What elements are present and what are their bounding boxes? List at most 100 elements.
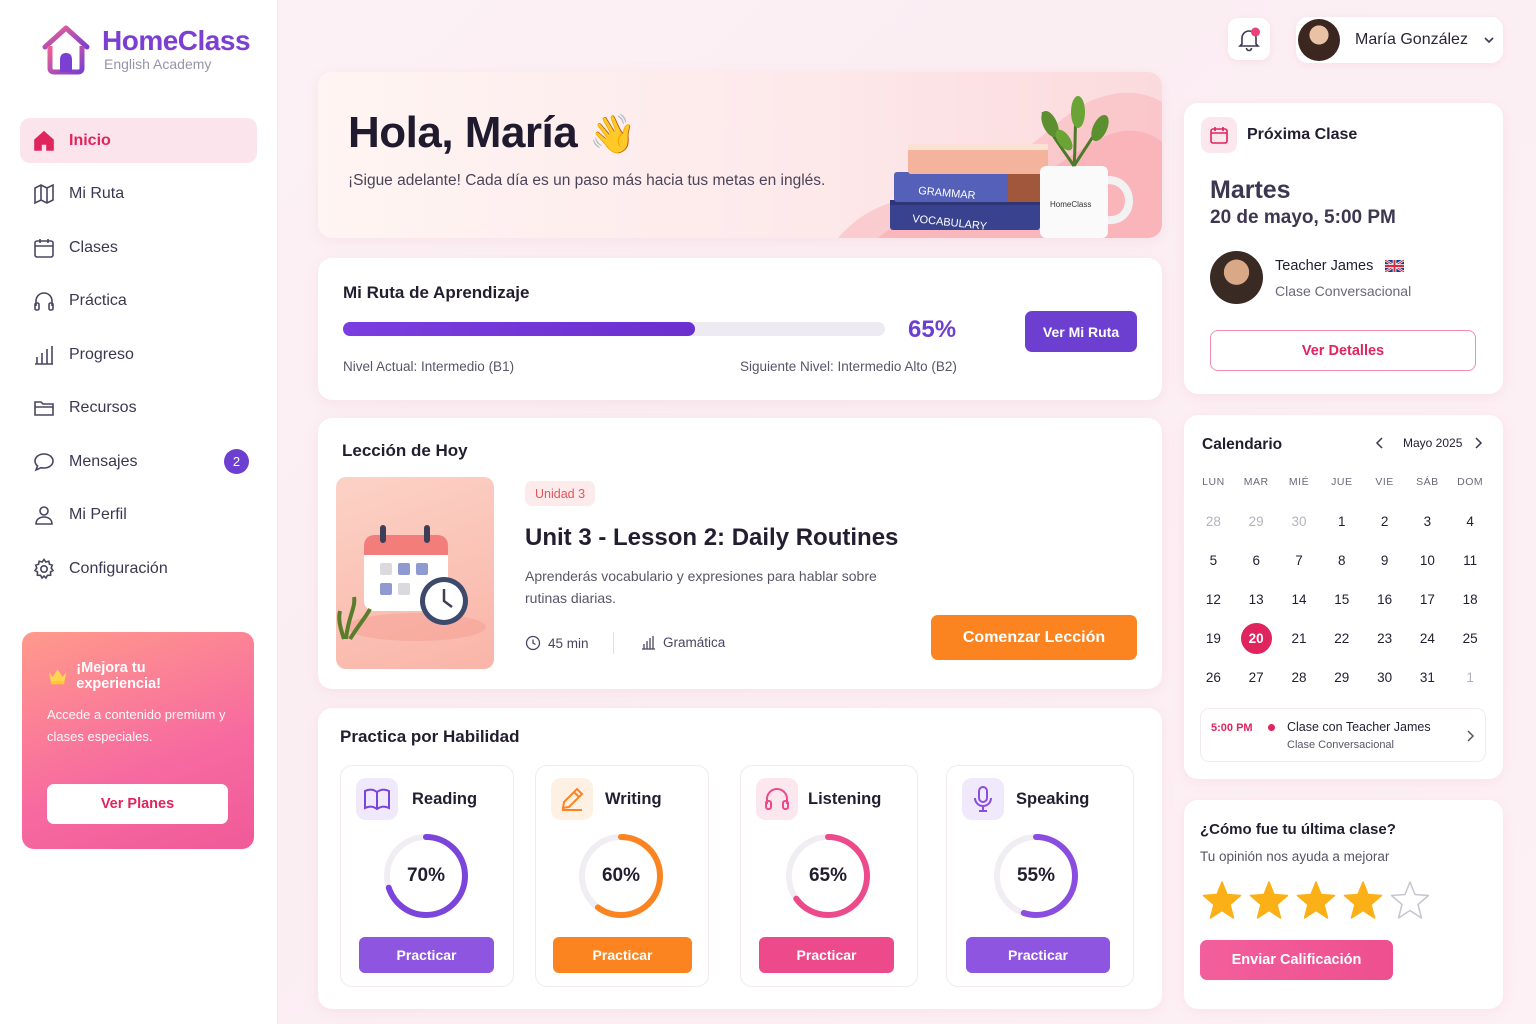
calendar-day[interactable]: 19 bbox=[1192, 631, 1235, 646]
calendar-day[interactable]: 8 bbox=[1320, 553, 1363, 568]
sidebar-item-recursos[interactable]: Recursos bbox=[20, 386, 257, 431]
promo-title-text: ¡Mejora tu experiencia! bbox=[76, 660, 161, 692]
calendar-day[interactable]: 4 bbox=[1449, 514, 1492, 529]
sidebar-item-practica[interactable]: Práctica bbox=[20, 279, 257, 324]
headphones-icon bbox=[765, 788, 789, 810]
brand-title: HomeClass bbox=[102, 25, 251, 56]
calendar-week: 26 27 28 29 30 31 1 bbox=[1192, 658, 1492, 697]
practice-writing-button[interactable]: Practicar bbox=[553, 937, 692, 973]
calendar-title: Calendario bbox=[1202, 436, 1283, 453]
calendar-day[interactable]: 6 bbox=[1235, 553, 1278, 568]
skill-name: Listening bbox=[808, 790, 882, 808]
sidebar-item-inicio[interactable]: Inicio bbox=[20, 118, 257, 163]
sidebar-item-mi-perfil[interactable]: Mi Perfil bbox=[20, 493, 257, 538]
practice-listening-button[interactable]: Practicar bbox=[759, 937, 894, 973]
user-name: María González bbox=[1355, 31, 1468, 48]
calendar-day[interactable]: 2 bbox=[1363, 514, 1406, 529]
start-lesson-button[interactable]: Comenzar Lección bbox=[931, 615, 1137, 660]
folder-icon bbox=[34, 401, 54, 416]
next-class-card: Próxima Clase Martes 20 de mayo, 5:00 PM… bbox=[1184, 103, 1503, 394]
notifications-button[interactable] bbox=[1228, 18, 1270, 60]
sidebar-item-mi-ruta[interactable]: Mi Ruta bbox=[20, 172, 257, 217]
feedback-subtitle: Tu opinión nos ayuda a mejorar bbox=[1200, 849, 1390, 864]
brand-subtitle: English Academy bbox=[104, 56, 212, 72]
upgrade-promo-card: ¡Mejora tu experiencia! Accede a conteni… bbox=[22, 632, 254, 849]
sidebar-item-label: Configuración bbox=[69, 559, 168, 577]
event-title: Clase con Teacher James bbox=[1287, 720, 1431, 734]
chevron-right-icon bbox=[1467, 730, 1475, 742]
bar-chart-icon bbox=[642, 636, 655, 650]
teacher-name-text: Teacher James bbox=[1275, 258, 1374, 274]
todays-lesson-card: Lección de Hoy Unidad 3 Unit 3 - Lesson … bbox=[318, 418, 1162, 689]
skill-icon-box bbox=[356, 778, 398, 820]
calendar-event[interactable]: 5:00 PM Clase con Teacher James Clase Co… bbox=[1200, 708, 1486, 762]
practice-speaking-button[interactable]: Practicar bbox=[966, 937, 1110, 973]
next-class-day: Martes bbox=[1210, 176, 1291, 204]
calendar-day[interactable]: 1 bbox=[1320, 514, 1363, 529]
sidebar-item-mensajes[interactable]: Mensajes 2 bbox=[20, 439, 257, 484]
star-filled-icon[interactable] bbox=[1296, 880, 1336, 920]
calendar-day[interactable]: 25 bbox=[1449, 631, 1492, 646]
calendar-day[interactable]: 29 bbox=[1320, 670, 1363, 685]
calendar-day[interactable]: 28 bbox=[1192, 514, 1235, 529]
calendar-day[interactable]: 21 bbox=[1278, 631, 1321, 646]
calendar-day-today[interactable]: 20 bbox=[1235, 623, 1278, 654]
gear-icon bbox=[33, 557, 55, 579]
calendar-day[interactable]: 31 bbox=[1406, 670, 1449, 685]
star-filled-icon[interactable] bbox=[1249, 880, 1289, 920]
calendar-week: 12 13 14 15 16 17 18 bbox=[1192, 580, 1492, 619]
uk-flag-icon bbox=[1385, 260, 1405, 272]
calendar-day[interactable]: 16 bbox=[1363, 592, 1406, 607]
calendar-day[interactable]: 9 bbox=[1363, 553, 1406, 568]
calendar-day[interactable]: 17 bbox=[1406, 592, 1449, 607]
lesson-duration-text: 45 min bbox=[548, 635, 589, 651]
calendar-day[interactable]: 10 bbox=[1406, 553, 1449, 568]
brand-logo[interactable]: HomeClass English Academy bbox=[40, 22, 251, 76]
lesson-title: Unit 3 - Lesson 2: Daily Routines bbox=[525, 524, 899, 551]
calendar-day[interactable]: 12 bbox=[1192, 592, 1235, 607]
user-menu[interactable]: María González bbox=[1296, 17, 1503, 63]
view-details-button[interactable]: Ver Detalles bbox=[1210, 330, 1476, 371]
sidebar-item-progreso[interactable]: Progreso bbox=[20, 332, 257, 377]
submit-rating-button[interactable]: Enviar Calificación bbox=[1200, 940, 1393, 980]
calendar-day[interactable]: 27 bbox=[1235, 670, 1278, 685]
calendar-month: Mayo 2025 bbox=[1403, 436, 1463, 450]
calendar-day[interactable]: 30 bbox=[1278, 514, 1321, 529]
calendar-clock-illustration bbox=[337, 525, 486, 641]
calendar-day[interactable]: 14 bbox=[1278, 592, 1321, 607]
event-time: 5:00 PM bbox=[1211, 722, 1253, 734]
calendar-day[interactable]: 28 bbox=[1278, 670, 1321, 685]
map-icon bbox=[34, 183, 54, 205]
feedback-card: ¿Cómo fue tu última clase? Tu opinión no… bbox=[1184, 800, 1503, 1009]
star-empty-icon[interactable] bbox=[1390, 880, 1430, 920]
weekday-label: MIÉ bbox=[1288, 476, 1310, 488]
headphones-icon bbox=[34, 292, 54, 311]
greeting-subtitle: ¡Sigue adelante! Cada día es un paso más… bbox=[348, 172, 826, 189]
star-filled-icon[interactable] bbox=[1343, 880, 1383, 920]
calendar-day[interactable]: 18 bbox=[1449, 592, 1492, 607]
calendar-day[interactable]: 7 bbox=[1278, 553, 1321, 568]
view-plans-button[interactable]: Ver Planes bbox=[47, 784, 228, 824]
calendar-day[interactable]: 3 bbox=[1406, 514, 1449, 529]
star-filled-icon[interactable] bbox=[1202, 880, 1242, 920]
calendar-day[interactable]: 11 bbox=[1449, 553, 1492, 568]
chevron-right-icon[interactable] bbox=[1472, 436, 1484, 450]
calendar-day[interactable]: 23 bbox=[1363, 631, 1406, 646]
calendar-day[interactable]: 1 bbox=[1449, 670, 1492, 685]
lesson-thumbnail bbox=[336, 477, 494, 669]
calendar-day[interactable]: 5 bbox=[1192, 553, 1235, 568]
view-route-button[interactable]: Ver Mi Ruta bbox=[1025, 311, 1137, 352]
calendar-day[interactable]: 13 bbox=[1235, 592, 1278, 607]
sidebar-item-clases[interactable]: Clases bbox=[20, 225, 257, 270]
calendar-day[interactable]: 30 bbox=[1363, 670, 1406, 685]
calendar-day[interactable]: 26 bbox=[1192, 670, 1235, 685]
calendar-day[interactable]: 15 bbox=[1320, 592, 1363, 607]
practice-reading-button[interactable]: Practicar bbox=[359, 937, 494, 973]
welcome-banner: Hola, María 👋 ¡Sigue adelante! Cada día … bbox=[318, 72, 1162, 238]
learning-route-title: Mi Ruta de Aprendizaje bbox=[343, 283, 530, 302]
calendar-day[interactable]: 24 bbox=[1406, 631, 1449, 646]
calendar-day[interactable]: 22 bbox=[1320, 631, 1363, 646]
chevron-left-icon[interactable] bbox=[1374, 436, 1386, 450]
calendar-day[interactable]: 29 bbox=[1235, 514, 1278, 529]
sidebar-item-configuracion[interactable]: Configuración bbox=[20, 546, 257, 591]
